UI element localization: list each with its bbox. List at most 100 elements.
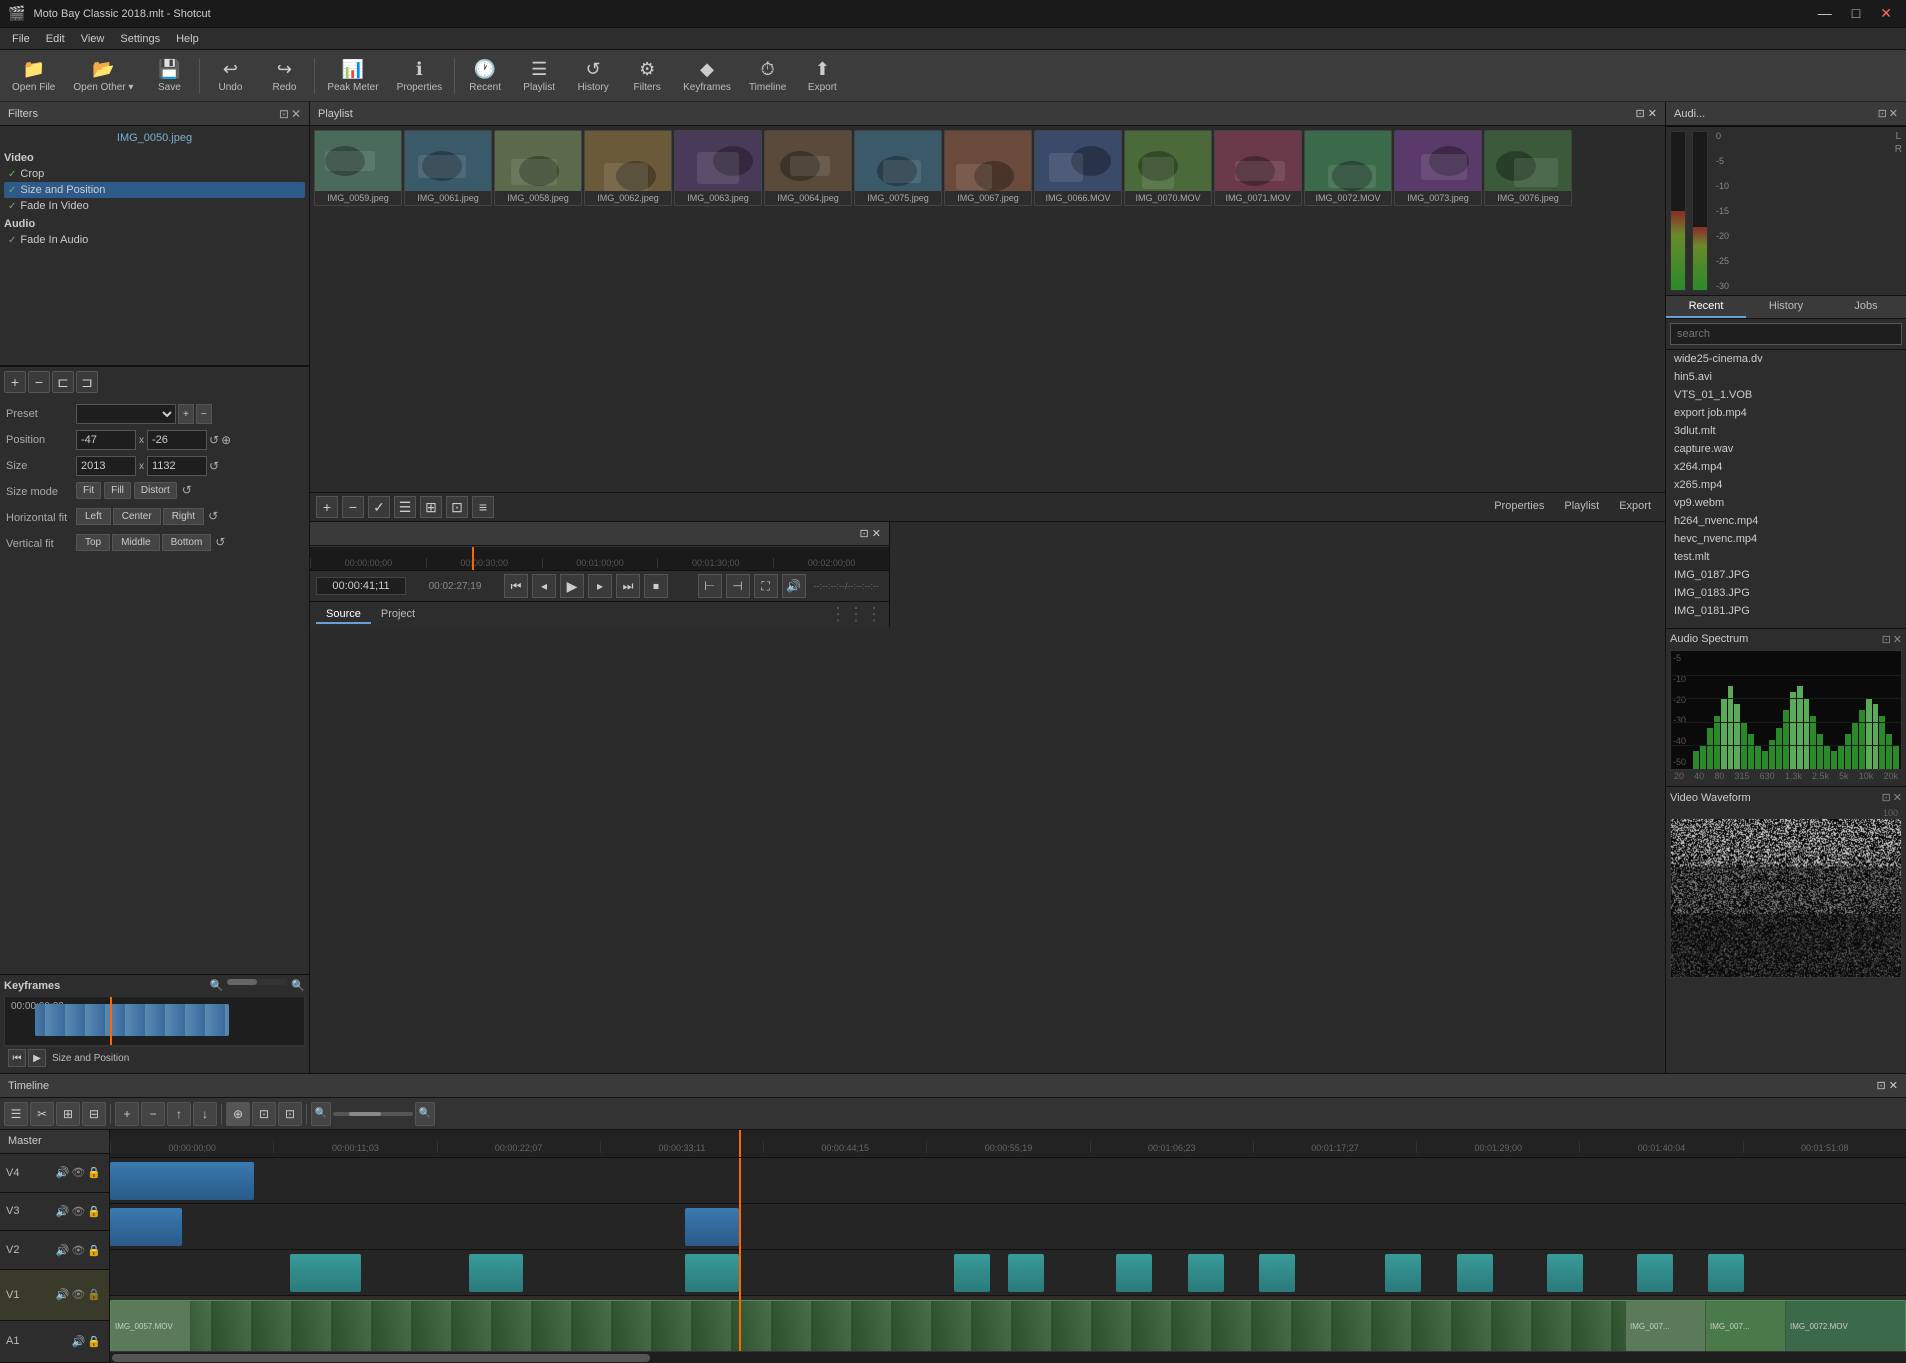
halign-right-btn[interactable]: Right — [163, 508, 204, 525]
menu-settings[interactable]: Settings — [112, 31, 168, 47]
right-tab-recent[interactable]: Recent — [1666, 296, 1746, 318]
v2-clip-2[interactable] — [469, 1254, 523, 1292]
v2-clip-7[interactable] — [1188, 1254, 1224, 1292]
recent-item-3[interactable]: export job.mp4 — [1666, 404, 1906, 422]
transport-prev-frame[interactable]: ◂ — [532, 574, 556, 598]
rp-close-btn[interactable]: ✕ — [1889, 107, 1898, 120]
kf-prev-btn[interactable]: ⏮ — [8, 1049, 26, 1067]
transport-volume[interactable]: 🔊 — [782, 574, 806, 598]
position-y-input[interactable] — [147, 430, 207, 450]
playlist-item-8[interactable]: IMG_0066.MOV — [1034, 130, 1122, 206]
playlist-undock-btn[interactable]: ⊡ — [1636, 108, 1645, 120]
size-h-input[interactable] — [147, 456, 207, 476]
transport-skip-start[interactable]: ⏮ — [504, 574, 528, 598]
maximize-btn[interactable]: □ — [1846, 5, 1866, 22]
v4-clip-1[interactable] — [110, 1162, 254, 1200]
timeline-ruler[interactable]: 00:00:00;0000:00:11;0300:00:22;0700:00:3… — [110, 1130, 1906, 1158]
recent-item-4[interactable]: 3dlut.mlt — [1666, 422, 1906, 440]
menu-edit[interactable]: Edit — [38, 31, 73, 47]
size-mode-reset-btn[interactable]: ↺ — [182, 483, 192, 497]
recent-item-1[interactable]: hin5.avi — [1666, 368, 1906, 386]
kf-play-btn[interactable]: ▶ — [28, 1049, 46, 1067]
playlist-item-13[interactable]: IMG_0076.jpeg — [1484, 130, 1572, 206]
v2-clip-12[interactable] — [1637, 1254, 1673, 1292]
timeline-scrollbar-thumb[interactable] — [112, 1354, 650, 1362]
peak-meter-button[interactable]: 📊 Peak Meter — [319, 52, 386, 100]
valign-top-btn[interactable]: Top — [76, 534, 110, 551]
v1-main-clip[interactable]: IMG_0057.MOV IMG_007... IMG_007... IMG_0… — [110, 1300, 1906, 1351]
recent-item-0[interactable]: wide25-cinema.dv — [1666, 350, 1906, 368]
tl-zoom-out-btn[interactable]: 🔍 — [311, 1102, 331, 1126]
project-tab[interactable]: Project — [371, 606, 425, 624]
v2-clip-5[interactable] — [1008, 1254, 1044, 1292]
filters-undock-btn[interactable]: ⊡ — [279, 107, 289, 121]
transport-out[interactable]: ⊣ — [726, 574, 750, 598]
playlist-item-5[interactable]: IMG_0064.jpeg — [764, 130, 852, 206]
position-x-input[interactable] — [76, 430, 136, 450]
tl-undock[interactable]: ⊡ — [1877, 1080, 1886, 1092]
playlist-item-11[interactable]: IMG_0072.MOV — [1304, 130, 1392, 206]
preview-current-time[interactable]: 00:00:41;11 — [316, 577, 406, 595]
tl-menu-btn[interactable]: ☰ — [4, 1102, 28, 1126]
playlist-tab-properties[interactable]: Properties — [1486, 498, 1552, 516]
playlist-tab-playlist[interactable]: Playlist — [1556, 498, 1607, 516]
recent-item-5[interactable]: capture.wav — [1666, 440, 1906, 458]
playlist-list-btn[interactable]: ☰ — [394, 496, 416, 518]
tl-snap-btn[interactable]: ⊕ — [226, 1102, 250, 1126]
kf-clip[interactable] — [35, 1004, 229, 1036]
preview-expand-btn[interactable]: ⋮⋮⋮ — [829, 604, 883, 625]
filters-button[interactable]: ⚙ Filters — [621, 52, 673, 100]
halign-left-btn[interactable]: Left — [76, 508, 111, 525]
halign-reset-btn[interactable]: ↺ — [208, 509, 218, 523]
halign-center-btn[interactable]: Center — [113, 508, 161, 525]
preset-delete-btn[interactable]: − — [196, 404, 212, 424]
v1-lock-icon[interactable]: 🔒 — [87, 1288, 101, 1301]
tl-drop-btn[interactable]: ↓ — [193, 1102, 217, 1126]
valign-bottom-btn[interactable]: Bottom — [162, 534, 212, 551]
open-file-button[interactable]: 📁 Open File — [4, 52, 63, 100]
v4-lock-icon[interactable]: 🔒 — [87, 1166, 101, 1179]
playlist-item-1[interactable]: IMG_0061.jpeg — [404, 130, 492, 206]
playlist-item-6[interactable]: IMG_0075.jpeg — [854, 130, 942, 206]
playlist-check-btn[interactable]: ✓ — [368, 496, 390, 518]
v2-clip-4[interactable] — [954, 1254, 990, 1292]
recent-item-11[interactable]: test.mlt — [1666, 548, 1906, 566]
size-w-input[interactable] — [76, 456, 136, 476]
source-tab[interactable]: Source — [316, 606, 371, 624]
playlist-item-3[interactable]: IMG_0062.jpeg — [584, 130, 672, 206]
playlist-close-btn[interactable]: ✕ — [1648, 108, 1657, 120]
v2-clip-9[interactable] — [1385, 1254, 1421, 1292]
tl-tracks-btn[interactable]: ⊟ — [82, 1102, 106, 1126]
filters-close-btn[interactable]: ✕ — [291, 107, 301, 121]
preview-undock-btn[interactable]: ⊡ — [860, 528, 869, 540]
v3-audio-icon[interactable]: 🔊 — [56, 1205, 70, 1218]
playlist-item-9[interactable]: IMG_0070.MOV — [1124, 130, 1212, 206]
recent-item-10[interactable]: hevc_nvenc.mp4 — [1666, 530, 1906, 548]
v3-clip-1[interactable] — [110, 1208, 182, 1246]
menu-file[interactable]: File — [4, 31, 38, 47]
valign-middle-btn[interactable]: Middle — [112, 534, 159, 551]
playlist-button[interactable]: ☰ Playlist — [513, 52, 565, 100]
export-button[interactable]: ⬆ Export — [796, 52, 848, 100]
recent-item-13[interactable]: IMG_0183.JPG — [1666, 584, 1906, 602]
kf-zoom-out[interactable]: 🔍 — [210, 979, 224, 992]
tl-scrub-btn[interactable]: ⊡ — [278, 1102, 302, 1126]
menu-view[interactable]: View — [73, 31, 113, 47]
tl-zoom-slider[interactable] — [333, 1112, 413, 1116]
playlist-item-0[interactable]: IMG_0059.jpeg — [314, 130, 402, 206]
position-link-btn[interactable]: ⊕ — [221, 433, 231, 447]
v2-clip-13[interactable] — [1708, 1254, 1744, 1292]
playlist-remove-btn[interactable]: − — [342, 496, 364, 518]
v3-lock-icon[interactable]: 🔒 — [87, 1205, 101, 1218]
tl-lift-btn[interactable]: ↑ — [167, 1102, 191, 1126]
playlist-item-2[interactable]: IMG_0058.jpeg — [494, 130, 582, 206]
minimize-btn[interactable]: — — [1812, 5, 1838, 22]
a1-lock-icon[interactable]: 🔒 — [87, 1335, 101, 1348]
recent-item-2[interactable]: VTS_01_1.VOB — [1666, 386, 1906, 404]
timeline-button[interactable]: ⏱ Timeline — [741, 52, 794, 100]
undo-button[interactable]: ↩ Undo — [204, 52, 256, 100]
waveform-close[interactable]: ✕ — [1893, 791, 1902, 804]
right-tab-history[interactable]: History — [1746, 296, 1826, 318]
spectrum-close[interactable]: ✕ — [1893, 633, 1902, 646]
filter-remove-btn[interactable]: − — [28, 371, 50, 393]
